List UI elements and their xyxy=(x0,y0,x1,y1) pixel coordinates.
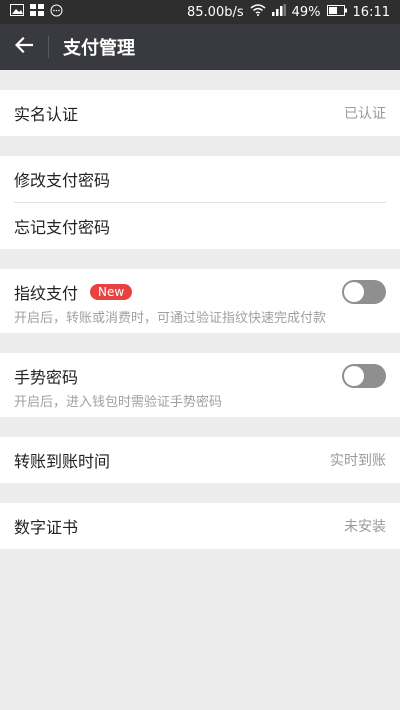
gesture-row: 手势密码 xyxy=(0,353,400,399)
fingerprint-row: 指纹支付 New xyxy=(0,269,400,315)
modify-password-label: 修改支付密码 xyxy=(14,171,111,190)
realname-status: 已认证 xyxy=(344,106,386,122)
status-left-icons xyxy=(10,4,63,21)
clock: 16:11 xyxy=(352,4,390,20)
message-icon xyxy=(50,4,63,21)
certificate-row[interactable]: 数字证书 未安装 xyxy=(0,503,400,549)
title-divider xyxy=(48,36,49,58)
fingerprint-toggle[interactable] xyxy=(342,280,386,304)
gesture-toggle[interactable] xyxy=(342,364,386,388)
network-speed: 85.00b/s xyxy=(187,4,244,20)
realname-row[interactable]: 实名认证 已认证 xyxy=(0,90,400,136)
realname-section: 实名认证 已认证 xyxy=(0,90,400,136)
new-badge: New xyxy=(90,284,133,300)
title-bar: 支付管理 xyxy=(0,24,400,70)
gesture-section: 手势密码 开启后，进入钱包时需验证手势密码 xyxy=(0,353,400,417)
certificate-section: 数字证书 未安装 xyxy=(0,503,400,549)
toggle-knob xyxy=(344,282,364,302)
apps-icon xyxy=(30,4,44,20)
modify-password-row[interactable]: 修改支付密码 xyxy=(0,156,400,202)
wifi-icon xyxy=(250,4,266,20)
transfer-section: 转账到账时间 实时到账 xyxy=(0,437,400,483)
image-icon xyxy=(10,4,24,20)
status-bar: 85.00b/s 49% 16:11 xyxy=(0,0,400,24)
password-section: 修改支付密码 忘记支付密码 xyxy=(0,156,400,249)
transfer-time-label: 转账到账时间 xyxy=(14,452,111,471)
transfer-time-value: 实时到账 xyxy=(330,453,386,469)
battery-icon xyxy=(326,4,347,20)
signal-icon xyxy=(271,4,286,20)
arrow-left-icon xyxy=(14,36,34,57)
forgot-password-row[interactable]: 忘记支付密码 xyxy=(0,203,400,249)
settings-list: 实名认证 已认证 修改支付密码 忘记支付密码 指纹支付 New 开启后，转账或消… xyxy=(0,70,400,549)
certificate-label: 数字证书 xyxy=(14,518,79,537)
fingerprint-label: 指纹支付 xyxy=(14,284,79,303)
toggle-knob xyxy=(344,366,364,386)
page-title: 支付管理 xyxy=(63,38,135,59)
gesture-label: 手势密码 xyxy=(14,368,79,387)
realname-label: 实名认证 xyxy=(14,105,79,124)
battery-percent: 49% xyxy=(291,4,321,20)
certificate-status: 未安装 xyxy=(344,519,386,535)
status-right: 85.00b/s 49% 16:11 xyxy=(187,4,390,20)
forgot-password-label: 忘记支付密码 xyxy=(14,218,111,237)
back-button[interactable] xyxy=(0,24,48,70)
fingerprint-section: 指纹支付 New 开启后，转账或消费时，可通过验证指纹快速完成付款 xyxy=(0,269,400,333)
transfer-time-row[interactable]: 转账到账时间 实时到账 xyxy=(0,437,400,483)
